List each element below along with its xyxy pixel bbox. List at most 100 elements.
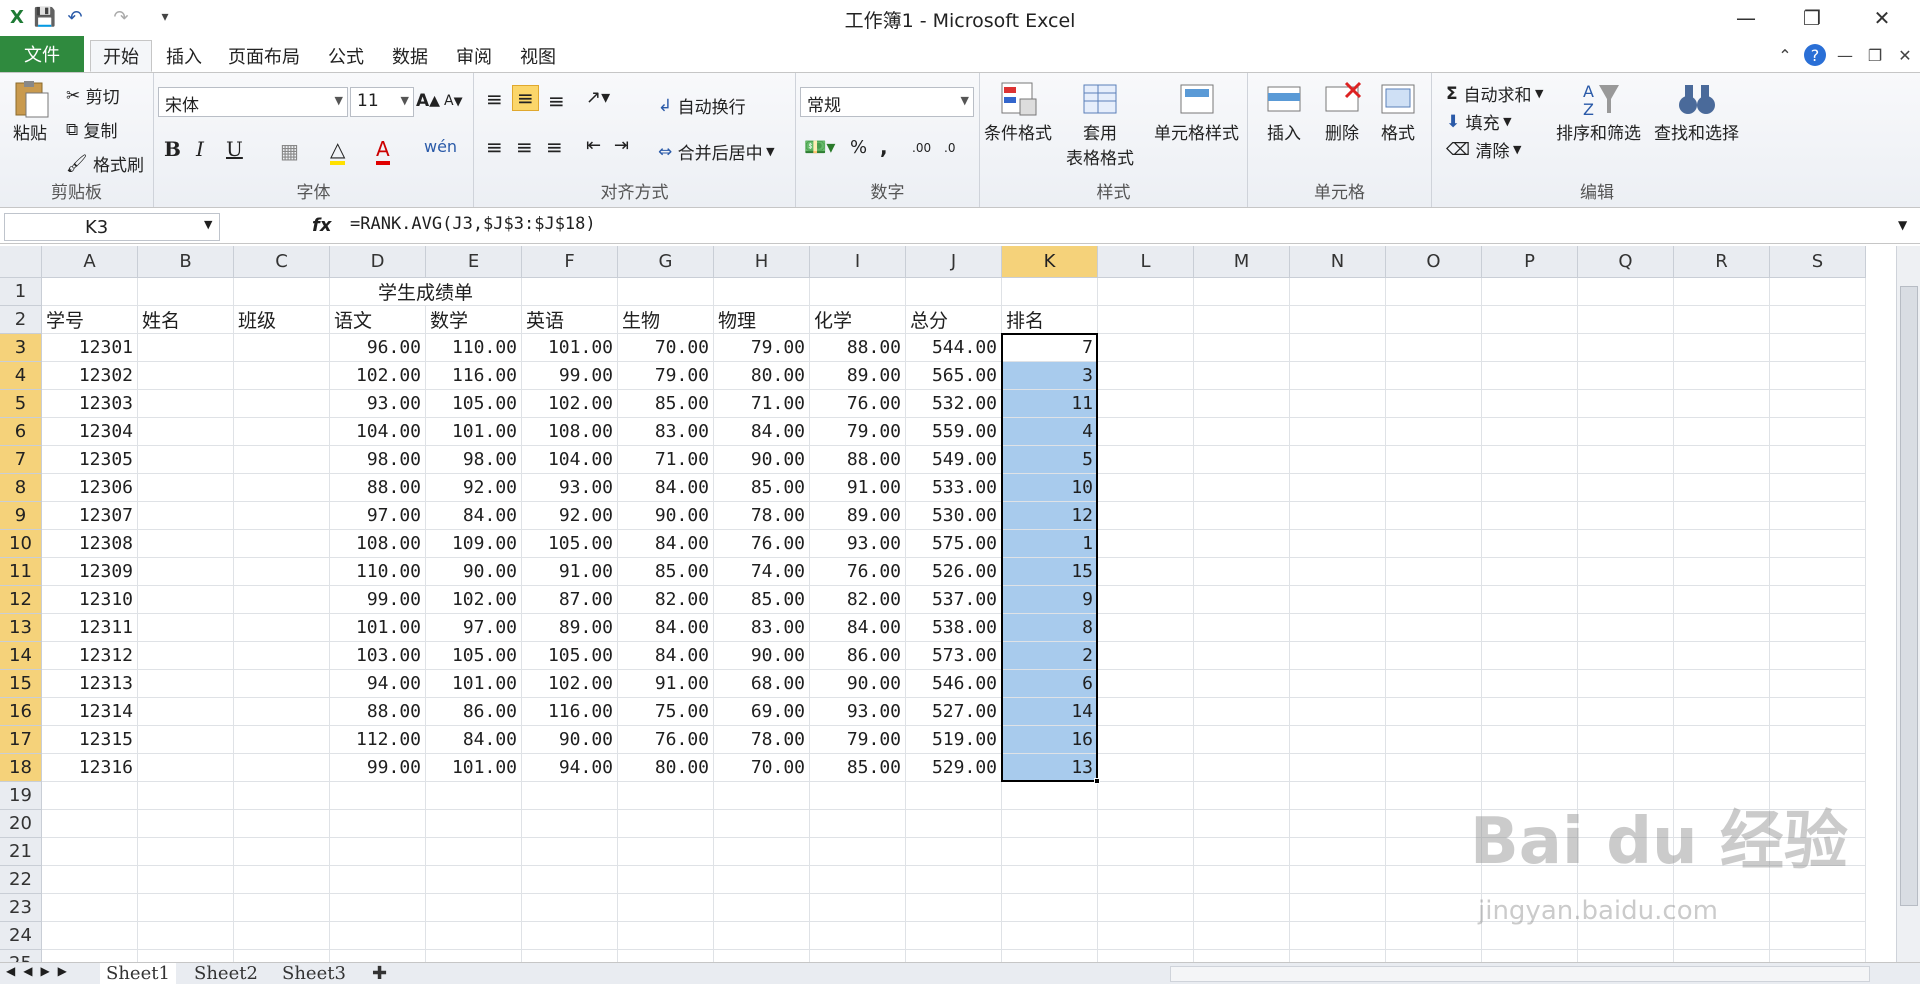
data-cell[interactable]: 71.00 — [714, 390, 810, 418]
increase-decimal-icon[interactable]: .00 — [912, 141, 931, 155]
data-cell[interactable]: 94.00 — [330, 670, 426, 698]
data-cell[interactable]: 12305 — [42, 446, 138, 474]
data-cell[interactable]: 102.00 — [522, 670, 618, 698]
cell[interactable] — [1098, 642, 1194, 670]
cell[interactable] — [1194, 866, 1290, 894]
fx-icon[interactable]: fx — [312, 215, 331, 236]
cell[interactable] — [1674, 278, 1770, 306]
cell[interactable] — [1194, 362, 1290, 390]
tab-insert[interactable]: 插入 — [154, 40, 214, 72]
cell[interactable] — [1194, 306, 1290, 334]
column-header[interactable]: O — [1386, 246, 1482, 278]
data-cell[interactable]: 12316 — [42, 754, 138, 782]
cell[interactable] — [1098, 530, 1194, 558]
column-label-cell[interactable]: 学号 — [42, 306, 138, 334]
cell[interactable] — [1674, 922, 1770, 950]
cell[interactable] — [1194, 950, 1290, 962]
cell[interactable] — [522, 922, 618, 950]
align-top-icon[interactable]: ≡ — [486, 87, 503, 111]
column-header[interactable]: K — [1002, 246, 1098, 278]
chevron-down-icon[interactable]: ▼ — [204, 218, 212, 231]
cell[interactable] — [810, 782, 906, 810]
cell[interactable] — [618, 782, 714, 810]
data-cell[interactable]: 94.00 — [522, 754, 618, 782]
data-cell[interactable]: 71.00 — [618, 446, 714, 474]
find-select-button[interactable]: 查找和选择 — [1654, 79, 1739, 144]
cell[interactable] — [1194, 278, 1290, 306]
data-cell[interactable]: 16 — [1002, 726, 1098, 754]
italic-button[interactable]: I — [196, 137, 204, 161]
cell[interactable] — [1290, 474, 1386, 502]
column-header[interactable]: F — [522, 246, 618, 278]
data-cell[interactable] — [138, 334, 234, 362]
row-header[interactable]: 24 — [0, 922, 42, 950]
data-cell[interactable]: 6 — [1002, 670, 1098, 698]
cell[interactable] — [1290, 334, 1386, 362]
cell[interactable] — [234, 782, 330, 810]
column-label-cell[interactable]: 化学 — [810, 306, 906, 334]
cell[interactable] — [1578, 530, 1674, 558]
data-cell[interactable] — [234, 362, 330, 390]
cell[interactable] — [1482, 278, 1578, 306]
column-label-cell[interactable]: 姓名 — [138, 306, 234, 334]
cell[interactable] — [1770, 950, 1866, 962]
wrap-text-button[interactable]: ↲ 自动换行 — [658, 93, 746, 119]
cell[interactable] — [618, 894, 714, 922]
merge-center-button[interactable]: ⇔ 合并后居中 ▼ — [658, 139, 775, 165]
data-cell[interactable]: 546.00 — [906, 670, 1002, 698]
cell[interactable] — [1578, 418, 1674, 446]
row-header[interactable]: 3 — [0, 334, 42, 362]
data-cell[interactable]: 90.00 — [522, 726, 618, 754]
data-cell[interactable] — [138, 362, 234, 390]
font-color-icon[interactable]: A — [376, 137, 390, 165]
cell[interactable] — [1194, 502, 1290, 530]
data-cell[interactable]: 110.00 — [426, 334, 522, 362]
column-header[interactable]: S — [1770, 246, 1866, 278]
format-cells-button[interactable]: 格式 — [1376, 79, 1420, 144]
data-cell[interactable]: 1 — [1002, 530, 1098, 558]
data-cell[interactable] — [234, 474, 330, 502]
data-cell[interactable]: 104.00 — [522, 446, 618, 474]
fill-button[interactable]: ⬇ 填充 ▼ — [1446, 109, 1512, 135]
cell[interactable] — [330, 782, 426, 810]
cell[interactable] — [1194, 614, 1290, 642]
data-cell[interactable]: 84.00 — [810, 614, 906, 642]
cell[interactable] — [522, 894, 618, 922]
data-cell[interactable]: 102.00 — [522, 390, 618, 418]
data-cell[interactable]: 12 — [1002, 502, 1098, 530]
cell[interactable] — [1290, 614, 1386, 642]
data-cell[interactable]: 12307 — [42, 502, 138, 530]
cell[interactable] — [330, 866, 426, 894]
column-header[interactable]: J — [906, 246, 1002, 278]
cell[interactable] — [1290, 362, 1386, 390]
cell[interactable] — [1290, 782, 1386, 810]
cell[interactable] — [42, 810, 138, 838]
cell[interactable] — [906, 922, 1002, 950]
clear-button[interactable]: ⌫ 清除 ▼ — [1446, 137, 1521, 163]
data-cell[interactable]: 99.00 — [330, 754, 426, 782]
tab-view[interactable]: 视图 — [508, 40, 568, 72]
cell[interactable] — [714, 838, 810, 866]
cell[interactable] — [714, 278, 810, 306]
cell[interactable] — [1098, 782, 1194, 810]
copy-button[interactable]: ⧉ 复制 — [66, 117, 118, 143]
cell[interactable] — [618, 278, 714, 306]
cell[interactable] — [1674, 698, 1770, 726]
cell[interactable] — [1578, 278, 1674, 306]
data-cell[interactable]: 532.00 — [906, 390, 1002, 418]
minimize-workbook-icon[interactable]: — — [1834, 44, 1856, 66]
data-cell[interactable]: 70.00 — [618, 334, 714, 362]
cell[interactable] — [522, 782, 618, 810]
cell[interactable] — [330, 922, 426, 950]
cell[interactable] — [1674, 558, 1770, 586]
cell[interactable] — [426, 838, 522, 866]
cell[interactable] — [810, 278, 906, 306]
cell[interactable] — [1770, 586, 1866, 614]
data-cell[interactable]: 105.00 — [522, 642, 618, 670]
cell[interactable] — [1482, 418, 1578, 446]
cell[interactable] — [1290, 866, 1386, 894]
cell[interactable] — [714, 782, 810, 810]
data-cell[interactable]: 112.00 — [330, 726, 426, 754]
cell[interactable] — [522, 838, 618, 866]
cell[interactable] — [1098, 586, 1194, 614]
